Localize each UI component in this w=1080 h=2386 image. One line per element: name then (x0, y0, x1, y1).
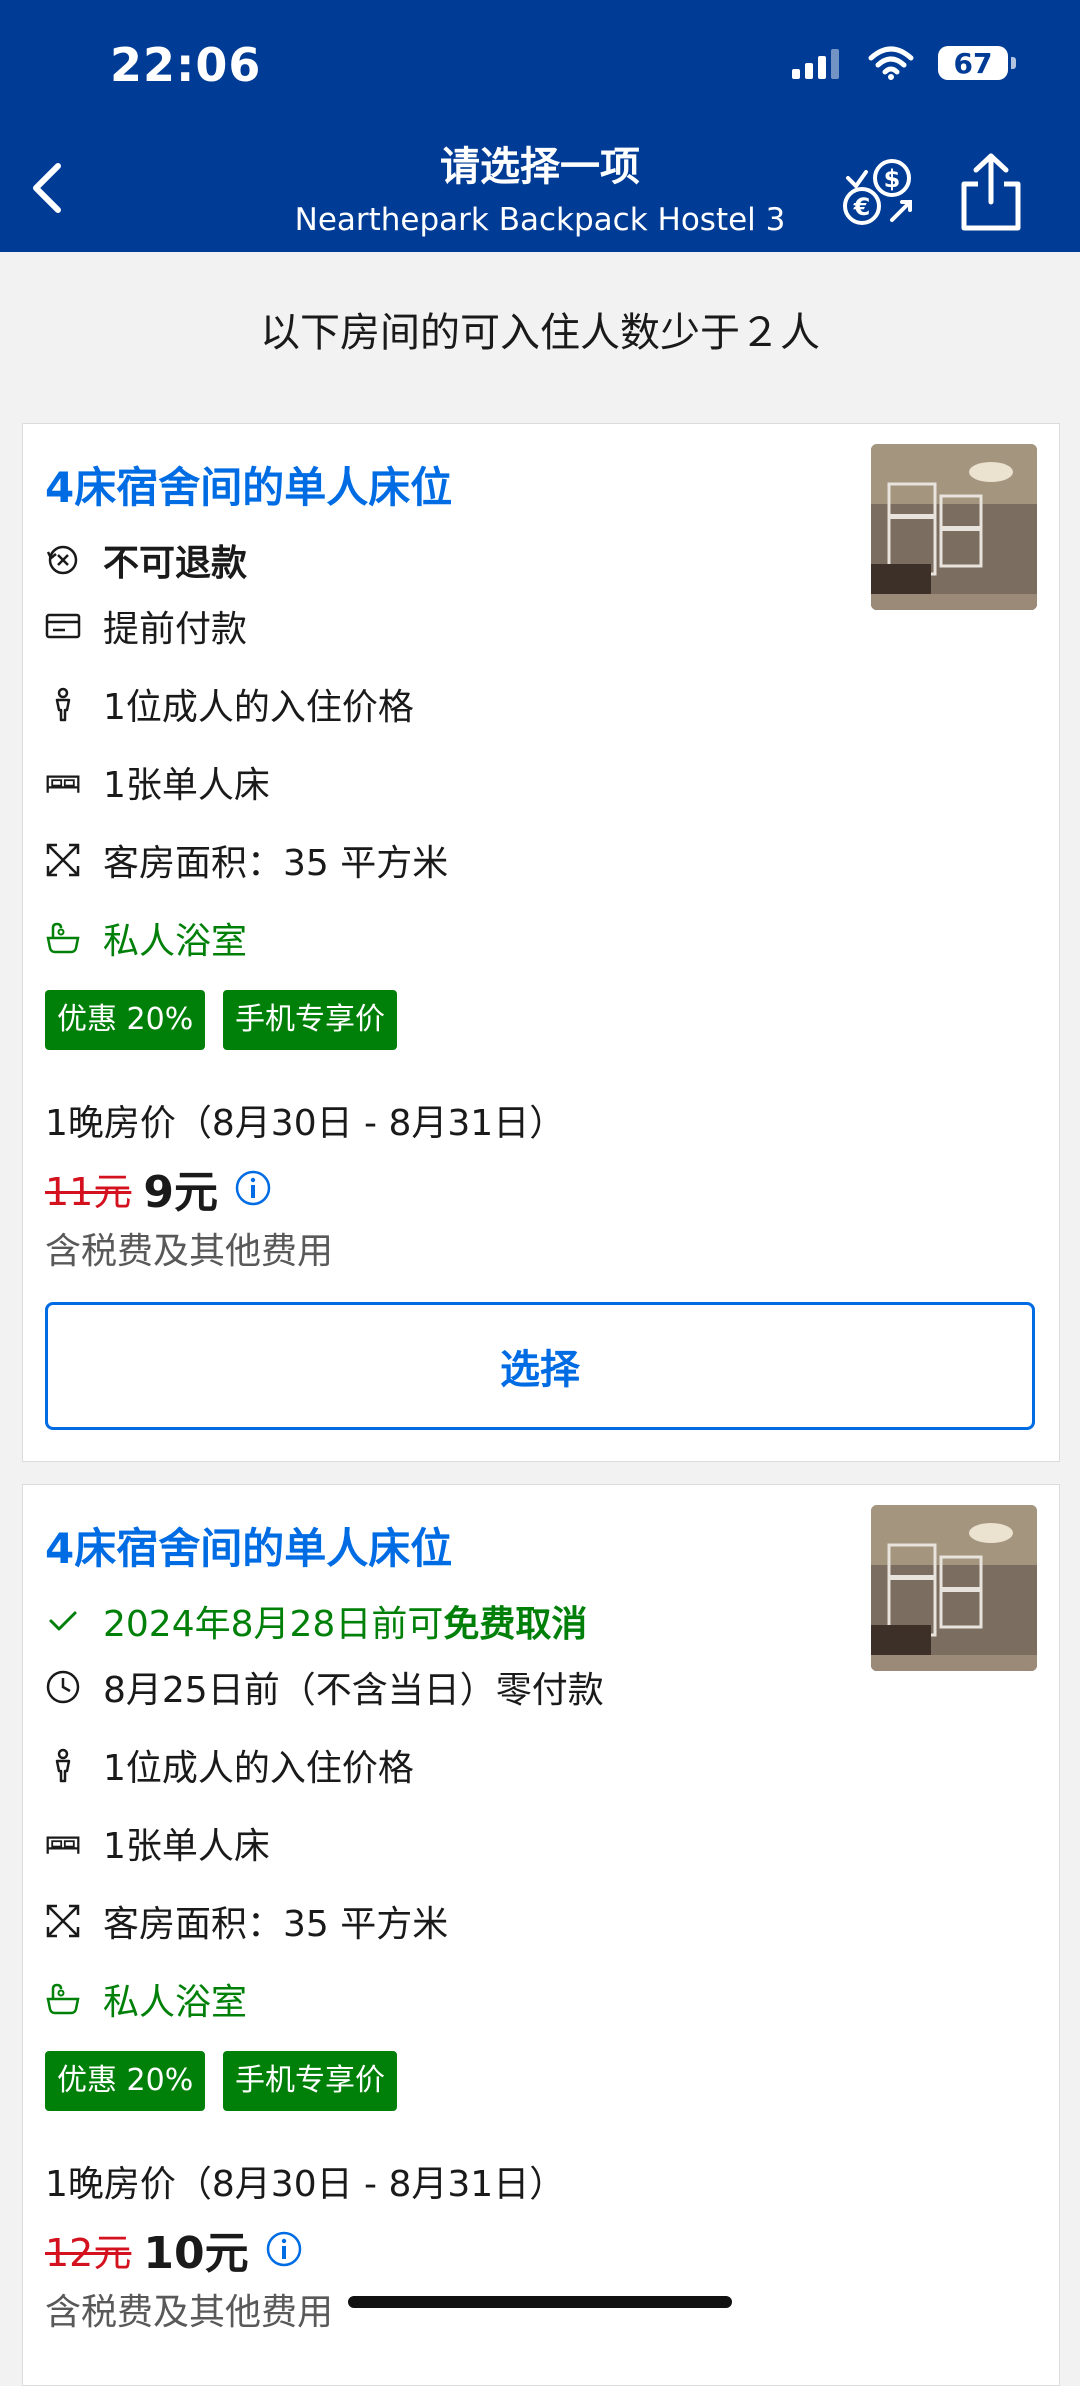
original-price: 11元 (45, 1169, 132, 1214)
room-photo-image (871, 1505, 1037, 1671)
mobile-deal-badge: 手机专享价 (223, 2051, 397, 2111)
bathroom-info: 私人浴室 (45, 912, 247, 964)
room-card: 4床宿舍间的单人床位 2024年8月28日前可 免费取消 8月25日前（不含当日）… (22, 1484, 1060, 2386)
svg-text:$: $ (884, 165, 901, 193)
tax-note: 含税费及其他费用 (45, 1231, 334, 1272)
status-time: 22:06 (110, 38, 262, 92)
clock-icon (45, 1669, 81, 1705)
room-size-info: 客房面积：35 平方米 (45, 1895, 448, 1947)
room-card: 4床宿舍间的单人床位 不可退款 提前付款 1位成人的入住价格 1张单人床 客房面… (22, 423, 1060, 1462)
share-button[interactable] (954, 150, 1028, 234)
info-icon[interactable] (234, 1169, 272, 1207)
bed-info: 1张单人床 (45, 756, 270, 808)
room-title[interactable]: 4床宿舍间的单人床位 (45, 454, 452, 515)
info-icon[interactable] (265, 2230, 303, 2268)
price-label: 1晚房价（8月30日 - 8月31日） (45, 2164, 566, 2205)
share-icon (961, 153, 1021, 231)
svg-text:€: € (853, 193, 871, 221)
payment-info: 提前付款 (45, 600, 247, 652)
cellular-signal-icon (792, 49, 839, 79)
discounted-price: 10元 (143, 2228, 249, 2279)
expand-icon (45, 1903, 81, 1939)
price-label: 1晚房价（8月30日 - 8月31日） (45, 1103, 566, 1144)
discount-badge: 优惠 20% (45, 2051, 206, 2111)
person-icon (45, 1747, 81, 1783)
free-cancellation-label: 免费取消 (443, 1604, 588, 1645)
select-room-button[interactable]: 选择 (45, 1302, 1035, 1430)
bathroom-info: 私人浴室 (45, 1973, 247, 2025)
currency-button[interactable]: $ € (840, 152, 920, 232)
navigation-bar: 请选择一项 Nearthepark Backpack Hostel 3 $ € (0, 118, 1080, 252)
room-photo-image (871, 444, 1037, 610)
discount-badge: 优惠 20% (45, 990, 206, 1050)
original-price: 12元 (45, 2230, 132, 2275)
occupancy-info: 1位成人的入住价格 (45, 1739, 414, 1791)
room-photo[interactable] (871, 444, 1037, 610)
discounted-price: 9元 (143, 1167, 218, 1218)
occupancy-notice: 以下房间的可入住人数少于２人 (260, 310, 820, 356)
bed-icon (45, 764, 81, 800)
price-row: 12元 10元 (45, 2217, 303, 2281)
cancellation-policy: 2024年8月28日前可 免费取消 (45, 1595, 587, 1647)
home-indicator[interactable] (348, 2296, 732, 2308)
tax-note: 含税费及其他费用 (45, 2292, 334, 2333)
credit-card-icon (45, 608, 81, 644)
bathtub-icon (45, 1981, 81, 2017)
currency-exchange-icon: $ € (843, 159, 912, 225)
room-title[interactable]: 4床宿舍间的单人床位 (45, 1515, 452, 1576)
wifi-icon (868, 46, 914, 80)
bathtub-icon (45, 920, 81, 956)
mobile-deal-badge: 手机专享价 (223, 990, 397, 1050)
expand-icon (45, 842, 81, 878)
room-photo[interactable] (871, 1505, 1037, 1671)
no-refund-icon (45, 542, 81, 578)
person-icon (45, 686, 81, 722)
cancellation-policy: 不可退款 (45, 534, 247, 586)
bed-icon (45, 1825, 81, 1861)
bed-info: 1张单人床 (45, 1817, 270, 1869)
payment-info: 8月25日前（不含当日）零付款 (45, 1661, 604, 1713)
battery-indicator: 67 (938, 46, 1016, 80)
checkmark-icon (45, 1603, 81, 1639)
price-row: 11元 9元 (45, 1156, 272, 1220)
occupancy-info: 1位成人的入住价格 (45, 678, 414, 730)
room-size-info: 客房面积：35 平方米 (45, 834, 448, 886)
status-icons: 67 (792, 46, 1016, 80)
